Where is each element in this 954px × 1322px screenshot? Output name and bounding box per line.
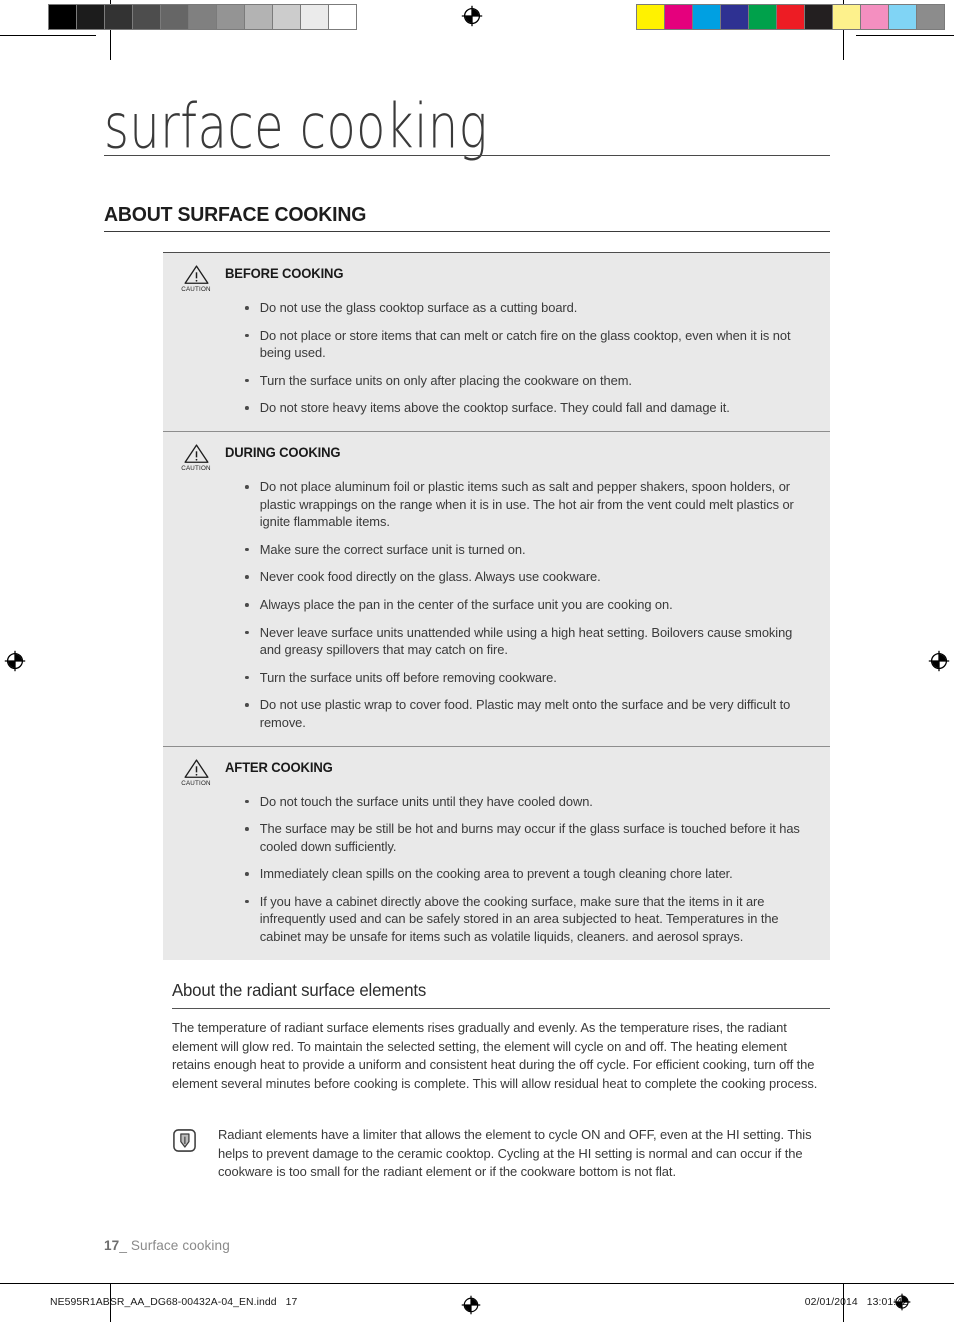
caution-bullet-list: Do not place aluminum foil or plastic it…: [243, 478, 816, 732]
caution-bullet-item: The surface may be still be hot and burn…: [243, 820, 807, 855]
note-text: Radiant elements have a limiter that all…: [218, 1127, 812, 1179]
caution-bullet-item: Never cook food directly on the glass. A…: [243, 568, 807, 586]
caution-bullet-item: Do not use plastic wrap to cover food. P…: [243, 696, 807, 731]
caution-bullet-item: Do not store heavy items above the cookt…: [243, 399, 807, 417]
caution-bullet-item: Do not place aluminum foil or plastic it…: [243, 478, 807, 531]
crop-mark-bottom-right-vertical: [843, 1283, 844, 1322]
chapter-title-rule: [104, 155, 830, 156]
folio-label: Surface cooking: [130, 1238, 230, 1253]
crop-mark-bottom-left-vertical: [110, 1283, 111, 1322]
print-filename: NE595R1ABSR_AA_DG68-00432A-04_EN.indd 17: [50, 1297, 298, 1308]
caution-block: CAUTION BEFORE COOKING Do not use the glas…: [163, 253, 830, 431]
caution-bullet-item: Do not touch the surface units until the…: [243, 793, 807, 811]
caution-bullet-item: Do not use the glass cooktop surface as …: [243, 299, 807, 317]
caution-block-header: CAUTION BEFORE COOKING: [177, 263, 816, 293]
section-title: ABOUT SURFACE COOKING: [104, 203, 367, 226]
caution-block-label: DURING COOKING: [225, 444, 341, 460]
caution-triangle-icon: CAUTION: [177, 442, 215, 472]
folio-separator: _: [119, 1238, 127, 1253]
caution-triangle-icon: CAUTION: [177, 757, 215, 787]
caution-bullet-item: Turn the surface units on only after pla…: [243, 372, 807, 390]
caution-icon-caption: CAUTION: [181, 464, 211, 472]
footer-rule: [0, 1283, 954, 1284]
caution-bullet-list: Do not use the glass cooktop surface as …: [243, 299, 816, 417]
subsection-paragraph: The temperature of radiant surface eleme…: [172, 1020, 818, 1091]
caution-bullet-item: Make sure the correct surface unit is tu…: [243, 541, 807, 559]
caution-bullet-item: Immediately clean spills on the cooking …: [243, 865, 807, 883]
caution-block: CAUTION AFTER COOKING Do not touch the sur…: [163, 745, 830, 960]
caution-block-label: AFTER COOKING: [225, 759, 333, 775]
page-number: 17: [104, 1238, 120, 1253]
registration-target-footer-right-icon: [893, 1293, 915, 1315]
caution-block: CAUTION DURING COOKING Do not place alumin…: [163, 430, 830, 746]
caution-icon-caption: CAUTION: [181, 286, 211, 293]
caution-bullet-item: Turn the surface units off before removi…: [243, 669, 807, 687]
section-title-rule: [104, 231, 830, 232]
caution-block-header: CAUTION DURING COOKING: [177, 442, 816, 472]
document-page: surface cooking ABOUT SURFACE COOKING CA…: [0, 0, 954, 1322]
chapter-title: surface cooking: [104, 92, 488, 164]
caution-bullet-item: Always place the pan in the center of th…: [243, 596, 807, 614]
caution-panel: CAUTION BEFORE COOKING Do not use the glas…: [163, 252, 830, 960]
caution-triangle-icon: CAUTION: [177, 263, 215, 293]
note-callout: Radiant elements have a limiter that all…: [172, 1126, 832, 1182]
subsection-title-rule: [172, 1008, 830, 1009]
caution-bullet-list: Do not touch the surface units until the…: [243, 793, 816, 946]
caution-bullet-item: If you have a cabinet directly above the…: [243, 893, 807, 946]
subsection-title: About the radiant surface elements: [172, 980, 427, 1000]
caution-bullet-item: Do not place or store items that can mel…: [243, 327, 807, 362]
registration-target-bottom-icon: [461, 1295, 483, 1317]
page-folio: 17_ Surface cooking: [104, 1238, 230, 1253]
caution-bullet-item: Never leave surface units unattended whi…: [243, 624, 807, 659]
caution-icon-caption: CAUTION: [181, 779, 211, 787]
caution-block-label: BEFORE COOKING: [225, 266, 344, 281]
note-pencil-icon: [172, 1126, 218, 1158]
caution-block-header: CAUTION AFTER COOKING: [177, 757, 816, 787]
